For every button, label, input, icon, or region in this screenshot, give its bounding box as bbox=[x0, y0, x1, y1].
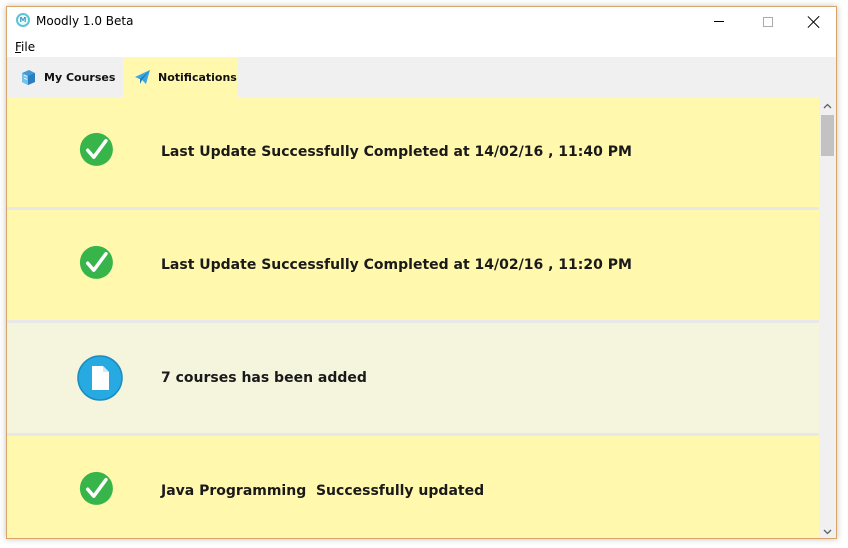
tab-notifications[interactable]: Notifications bbox=[123, 57, 237, 97]
notification-message: Last Update Successfully Completed at 14… bbox=[161, 144, 632, 160]
chevron-down-icon bbox=[823, 529, 832, 534]
scroll-thumb[interactable] bbox=[821, 115, 834, 156]
notification-message: 7 courses has been added bbox=[161, 370, 367, 386]
tab-my-courses-label: My Courses bbox=[44, 70, 116, 84]
minimize-icon bbox=[714, 21, 724, 22]
notification-message: Java Programming Successfully updated bbox=[161, 483, 485, 499]
menu-bar: File bbox=[7, 36, 836, 57]
vertical-scrollbar[interactable] bbox=[819, 97, 836, 538]
app-logo-icon: M bbox=[16, 13, 30, 27]
checkmark-icon bbox=[79, 132, 113, 166]
minimize-button[interactable] bbox=[696, 7, 742, 36]
document-icon bbox=[77, 355, 123, 401]
menu-file[interactable]: File bbox=[15, 40, 35, 54]
paper-plane-icon bbox=[135, 69, 150, 84]
window-title: Moodly 1.0 Beta bbox=[36, 14, 134, 28]
tab-notifications-label: Notifications bbox=[158, 70, 237, 84]
app-window: M Moodly 1.0 Beta File My Courses Notifi… bbox=[6, 6, 837, 539]
tab-my-courses[interactable]: My Courses bbox=[7, 57, 123, 97]
maximize-button[interactable] bbox=[745, 7, 791, 36]
notifications-list[interactable]: Last Update Successfully Completed at 14… bbox=[7, 97, 819, 538]
chevron-up-icon bbox=[823, 103, 832, 108]
close-button[interactable] bbox=[791, 7, 836, 36]
checkmark-icon bbox=[79, 471, 113, 505]
books-icon bbox=[22, 69, 35, 85]
tab-bar: My Courses Notifications bbox=[7, 57, 836, 97]
close-icon bbox=[808, 16, 820, 28]
notification-message: Last Update Successfully Completed at 14… bbox=[161, 257, 632, 273]
notification-item: 7 courses has been added bbox=[7, 323, 819, 433]
title-bar[interactable]: M Moodly 1.0 Beta bbox=[7, 7, 836, 36]
maximize-icon bbox=[763, 16, 773, 27]
notification-item: Last Update Successfully Completed at 14… bbox=[7, 97, 819, 207]
scroll-up-button[interactable] bbox=[819, 97, 836, 114]
notification-item: Last Update Successfully Completed at 14… bbox=[7, 210, 819, 320]
notification-item: Java Programming Successfully updated bbox=[7, 436, 819, 538]
scroll-down-button[interactable] bbox=[819, 523, 836, 538]
checkmark-icon bbox=[79, 245, 113, 279]
